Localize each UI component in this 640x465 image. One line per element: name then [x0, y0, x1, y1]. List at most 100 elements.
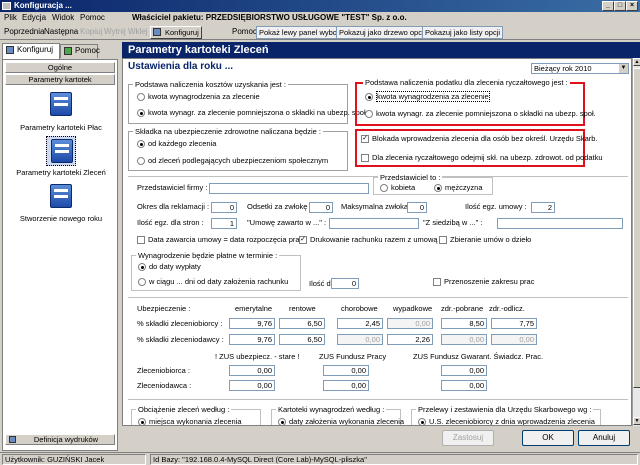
ins-r1-sickness[interactable]: 2,45 — [337, 318, 383, 329]
contract-params-icon[interactable] — [46, 136, 76, 166]
ins-r2-accident[interactable]: 2,26 — [387, 334, 433, 345]
gender-male-radio[interactable]: mężczyzna — [434, 183, 483, 193]
ins-r2-health-deducted[interactable]: 0,00 — [491, 334, 537, 345]
tax-basis-opt1[interactable]: kwota wynagrodzenia za zlecenie — [365, 91, 490, 102]
interest-label: Odsetki za zwłokę : — [247, 202, 312, 211]
concluded-in-input[interactable] — [329, 218, 419, 229]
cost-basis-opt2[interactable]: kwota wynagr. za zlecenie pomniejszona o… — [137, 108, 368, 118]
menu-widok[interactable]: Widok — [52, 13, 74, 23]
app-icon — [2, 2, 11, 10]
prev-button[interactable]: Poprzednia — [4, 26, 44, 38]
transfer-scope-checkbox[interactable]: Przenoszenie zakresu prac — [433, 277, 534, 287]
print-with-contract-checkbox[interactable]: ✓ Drukowanie rachunku razem z umową — [299, 235, 438, 245]
representative-input[interactable] — [209, 183, 369, 194]
subtract-health-checkbox[interactable]: Dla zlecenia ryczałtowego odejmij skł. n… — [361, 153, 603, 163]
days-input[interactable]: 0 — [331, 278, 359, 289]
ins-col-accident: wypadkowe — [393, 304, 433, 313]
ins-r2-health-collected[interactable]: 0,00 — [441, 334, 487, 345]
menu-edycja[interactable]: Edycja — [22, 13, 46, 23]
section-params[interactable]: Parametry kartotek — [5, 74, 115, 85]
party-copies-label: Ilość egz. dla stron : — [137, 218, 204, 227]
ins-r2-pension[interactable]: 9,76 — [229, 334, 275, 345]
payroll-params-item[interactable]: Parametry kartoteki Płac — [5, 123, 117, 132]
payroll-params-icon[interactable] — [46, 90, 76, 120]
scroll-thumb[interactable] — [633, 68, 640, 388]
status-database: Id Bazy: "192.168.0.4-MySQL Direct (Core… — [150, 454, 638, 465]
window-title: Konfiguracja ... — [14, 1, 72, 10]
show-left-panel-button[interactable]: Pokaż lewy panel wyboru — [256, 26, 347, 39]
ins-r1-pension[interactable]: 9,76 — [229, 318, 275, 329]
ins-r1-health-deducted[interactable]: 7,75 — [491, 318, 537, 329]
seat-in-input[interactable] — [497, 218, 623, 229]
complaint-period-input[interactable]: 0 — [211, 202, 237, 213]
close-icon[interactable]: × — [626, 1, 638, 11]
ins-r1-disability[interactable]: 6,50 — [279, 318, 325, 329]
zus-r2-labor[interactable]: 0,00 — [323, 380, 369, 391]
contract-copies-input[interactable]: 2 — [531, 202, 555, 213]
payroll-cards-opt1[interactable]: daty założenia wykonania zlecenia — [278, 417, 404, 425]
help-tab-icon — [64, 47, 72, 55]
zus-r2-guarantee[interactable]: 0,00 — [441, 380, 487, 391]
section-general[interactable]: Ogólne — [5, 62, 115, 73]
contract-params-item[interactable]: Parametry kartoteki Zleceń — [5, 168, 117, 177]
copy-button[interactable]: Kopiuj — [80, 26, 102, 38]
payroll-cards-group: Kartoteki wynagrodzeń według : daty zało… — [271, 405, 404, 425]
health-insurance-group: Składka na ubezpieczenie zdrowotne nalic… — [128, 127, 348, 171]
representative-gender-group: Przedstawiciel to : kobieta mężczyzna — [373, 173, 493, 195]
tab-configure[interactable]: Konfiguruj — [2, 43, 60, 59]
new-year-icon[interactable] — [46, 182, 76, 212]
vertical-scrollbar[interactable]: ▲ ▼ — [632, 58, 640, 426]
party-copies-input[interactable]: 1 — [211, 218, 237, 229]
charge-opt1[interactable]: miejsca wykonania zlecenia — [138, 417, 242, 425]
ins-col-health-deducted: zdr.-odlicz. — [489, 304, 525, 313]
configure-tab-icon — [6, 46, 14, 54]
zus-r1-labor[interactable]: 0,00 — [323, 365, 369, 376]
block-without-tax-office-checkbox[interactable]: ✓ Blokada wprowadzenia zlecenia dla osób … — [361, 134, 598, 144]
configure-button[interactable]: Konfiguruj — [150, 26, 202, 39]
payment-opt1[interactable]: do daty wypłaty — [138, 262, 201, 272]
health-opt1[interactable]: od każdego zlecenia — [137, 139, 216, 149]
max-delay-input[interactable]: 0 — [407, 202, 427, 213]
tax-basis-opt2[interactable]: kwota wynagr. za zlecenie pomniejszona o… — [365, 109, 596, 119]
new-year-item[interactable]: Stworzenie nowego roku — [5, 214, 117, 223]
next-button[interactable]: Następna — [44, 26, 78, 38]
ins-row-contractor-label: % składki zleceniobiorcy : — [137, 319, 223, 328]
health-opt2[interactable]: od zleceń podlegających ubezpieczeniom s… — [137, 156, 328, 166]
tax-office-opt1[interactable]: U.S. zleceniobiorcy z dnia wprowadzenia … — [418, 417, 595, 425]
ok-button[interactable]: OK — [522, 430, 574, 446]
paste-button[interactable]: Wklej — [128, 26, 148, 38]
minimize-icon[interactable]: _ — [602, 1, 614, 11]
maximize-icon[interactable]: □ — [614, 1, 626, 11]
ins-r1-health-collected[interactable]: 8,50 — [441, 318, 487, 329]
cut-button[interactable]: Wytnij — [104, 26, 126, 38]
apply-button[interactable]: Zastosuj — [442, 430, 494, 446]
print-icon — [9, 436, 16, 443]
zus-r2-old[interactable]: 0,00 — [229, 380, 275, 391]
print-definitions[interactable]: Definicja wydruków — [5, 434, 115, 445]
cancel-button[interactable]: Anuluj — [578, 430, 630, 446]
scroll-down-icon[interactable]: ▼ — [633, 417, 640, 425]
contract-date-checkbox[interactable]: Data zawarcia umowy = data rozpoczęcia p… — [137, 235, 303, 245]
interest-input[interactable]: 0 — [309, 202, 333, 213]
show-list-button[interactable]: Pokazuj jako listy opcji — [422, 26, 504, 39]
tax-office-group: Przelewy i zestawienia dla Urzędu Skarbo… — [411, 405, 601, 425]
collect-contracts-checkbox[interactable]: Zbieranie umów o dzieło — [439, 235, 531, 245]
ins-r2-sickness[interactable]: 0,00 — [337, 334, 383, 345]
menu-plik[interactable]: Plik — [4, 13, 17, 23]
charge-group: Obciążenie zleceń według : miejsca wykon… — [131, 405, 261, 425]
ins-r1-accident[interactable]: 0,00 — [387, 318, 433, 329]
charge-title: Obciążenie zleceń według : — [136, 405, 232, 414]
cost-basis-opt1[interactable]: kwota wynagrodzenia za zlecenie — [137, 92, 260, 102]
show-tree-button[interactable]: Pokazuj jako drzewo opcji — [336, 26, 429, 39]
gender-female-radio[interactable]: kobieta — [380, 183, 415, 193]
tab-help[interactable]: Pomoc — [60, 44, 100, 58]
scroll-up-icon[interactable]: ▲ — [633, 58, 640, 66]
menu-pomoc[interactable]: Pomoc — [80, 13, 105, 23]
cost-basis-title: Podstawa naliczenia kosztów uzyskania je… — [133, 80, 288, 89]
payment-opt2[interactable]: w ciągu ... dni od daty założenia rachun… — [138, 277, 288, 287]
year-select[interactable]: Bieżący rok 2010 ▼ — [531, 63, 629, 74]
ins-r2-disability[interactable]: 6,50 — [279, 334, 325, 345]
zus-r1-guarantee[interactable]: 0,00 — [441, 365, 487, 376]
chevron-down-icon[interactable]: ▼ — [619, 64, 628, 73]
zus-r1-old[interactable]: 0,00 — [229, 365, 275, 376]
